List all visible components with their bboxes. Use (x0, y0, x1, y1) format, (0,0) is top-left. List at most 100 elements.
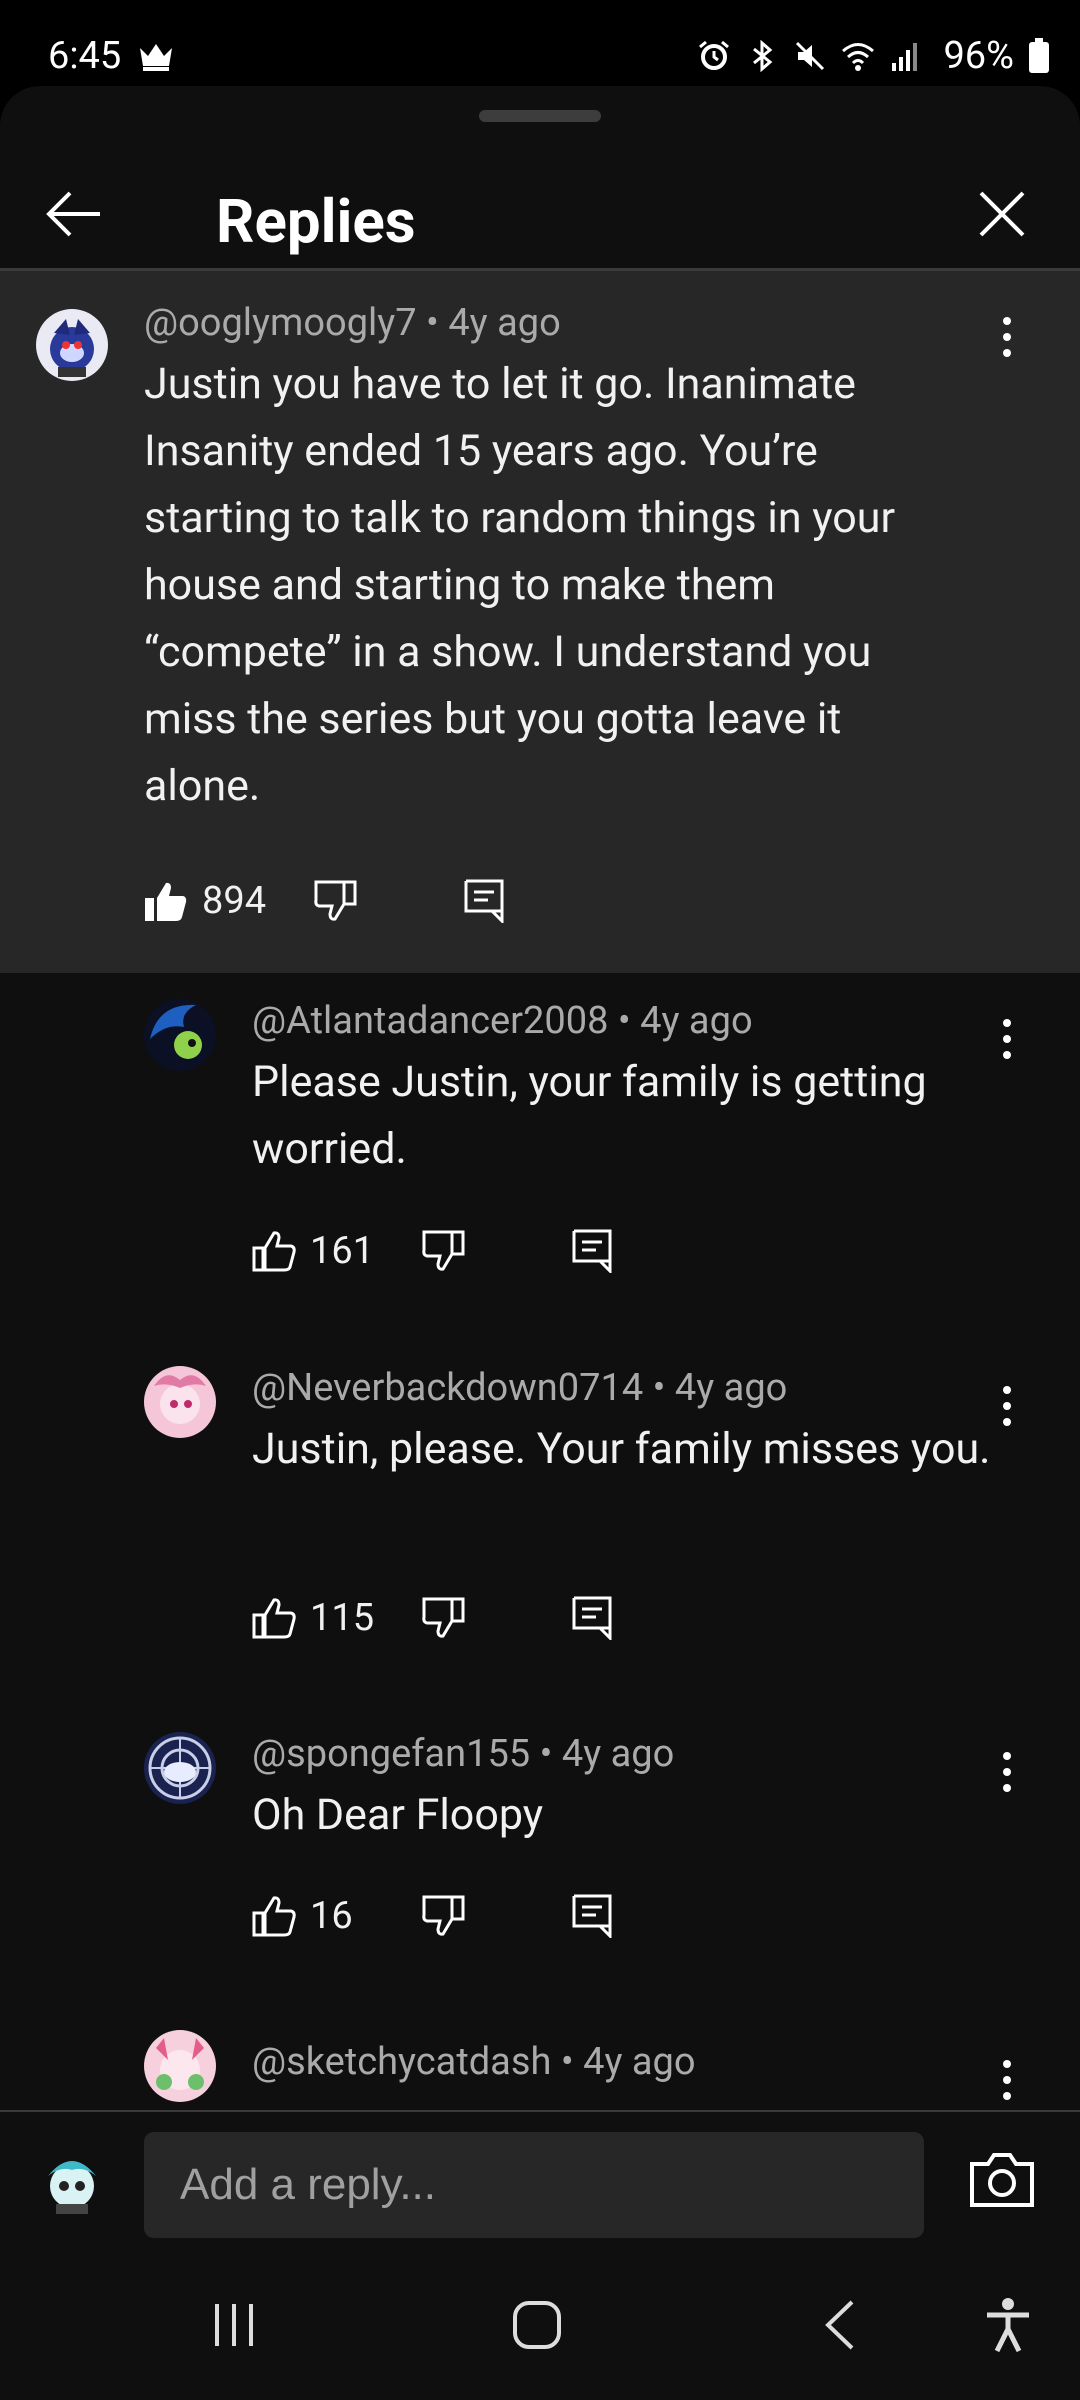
comment-reply-icon (572, 1229, 612, 1273)
avatar[interactable] (144, 2030, 216, 2102)
thumbs-down-icon (422, 1895, 465, 1936)
meta-separator: • (560, 2040, 574, 2084)
home-icon (513, 2301, 561, 2349)
avatar[interactable] (36, 309, 108, 381)
dislike-button[interactable] (314, 871, 358, 931)
reply-comment: @Neverbackdown0714 • 4y ago Justin, plea… (0, 1366, 1080, 1666)
system-nav-bar (0, 2250, 1080, 2400)
comment-time: 4y ago (561, 1732, 675, 1776)
like-count: 894 (202, 879, 267, 923)
reply-composer (0, 2110, 1080, 2250)
comment-author[interactable]: @Atlantadancer2008 (252, 999, 608, 1043)
home-button[interactable] (497, 2290, 577, 2360)
accessibility-icon (987, 2298, 1029, 2353)
like-count: 115 (310, 1596, 375, 1640)
more-dot (1003, 2060, 1011, 2068)
bluetooth-icon (753, 39, 773, 73)
thumbs-up-icon (252, 1231, 296, 1272)
thumbs-down-icon (422, 1597, 465, 1638)
like-button[interactable]: 894 (144, 871, 266, 931)
comment-actions: 16 (252, 1886, 952, 1946)
reply-comment: @Atlantadancer2008 • 4y ago Please Justi… (0, 999, 1080, 1299)
replies-header: Replies (0, 146, 1080, 268)
comment-meta: @spongefan155 • 4y ago (252, 1732, 674, 1776)
comment-author[interactable]: @spongefan155 (252, 1732, 530, 1776)
more-options-button[interactable] (982, 2050, 1032, 2110)
reply-button[interactable] (572, 1221, 612, 1281)
dislike-button[interactable] (422, 1221, 466, 1281)
comment-time: 4y ago (674, 1366, 788, 1410)
more-dot (1003, 2076, 1011, 2084)
close-button[interactable] (962, 174, 1042, 254)
accessibility-button[interactable] (968, 2290, 1048, 2360)
signal-icon (892, 43, 918, 71)
avatar[interactable] (144, 1366, 216, 1438)
more-dot (1003, 1402, 1011, 1410)
like-button[interactable]: 161 (252, 1221, 374, 1281)
comment-reply-icon (572, 1596, 612, 1640)
comment-reply-icon (572, 1894, 612, 1938)
avatar[interactable] (144, 999, 216, 1071)
chevron-left-icon (825, 2300, 854, 2350)
my-avatar[interactable] (36, 2146, 108, 2218)
comment-text: Justin, please. Your family misses you. (252, 1424, 991, 1474)
back-button[interactable] (34, 174, 114, 254)
crown-icon (140, 44, 172, 71)
meta-separator: • (652, 1366, 666, 1410)
thumbs-up-icon (252, 1598, 296, 1639)
drag-handle[interactable] (479, 110, 601, 122)
meta-separator: • (617, 999, 631, 1043)
thumbs-up-filled-icon (145, 882, 187, 921)
more-dot (1003, 2092, 1011, 2100)
more-dot (1003, 317, 1011, 325)
comment-time: 4y ago (640, 999, 753, 1043)
reply-button[interactable] (572, 1588, 612, 1648)
more-dot (1003, 1035, 1011, 1043)
dislike-button[interactable] (422, 1886, 466, 1946)
comment-meta: @ooglymoogly7 • 4y ago (144, 301, 561, 345)
comment-author[interactable]: @Neverbackdown0714 (252, 1366, 643, 1410)
reply-button[interactable] (464, 871, 504, 931)
comment-text: Justin you have to let it go. Inanimate … (144, 359, 896, 811)
recents-button[interactable] (194, 2290, 274, 2360)
camera-icon (970, 2153, 1034, 2207)
camera-button[interactable] (968, 2150, 1036, 2210)
more-dot (1003, 1784, 1011, 1792)
more-dot (1003, 1019, 1011, 1027)
thumbs-up-icon (252, 1896, 296, 1937)
reply-comment: @spongefan155 • 4y ago Oh Dear Floopy 16 (0, 1732, 1080, 1972)
back-arrow-icon (46, 191, 100, 237)
more-dot (1003, 333, 1011, 341)
comment-author[interactable]: @ooglymoogly7 (144, 301, 417, 345)
main-comment: @ooglymoogly7 • 4y ago Justin you have t… (0, 271, 1080, 973)
comment-meta: @Atlantadancer2008 • 4y ago (252, 999, 753, 1043)
like-button[interactable]: 16 (252, 1886, 353, 1946)
comment-meta: @sketchycatdash • 4y ago (252, 2040, 696, 2084)
reply-comment: @sketchycatdash • 4y ago (0, 2030, 1080, 2110)
thumbs-down-icon (314, 880, 357, 921)
comment-actions: 115 (252, 1588, 952, 1648)
replies-sheet: Replies @ooglymoogly7 • 4y ago Justin yo… (0, 86, 1080, 2400)
more-dot (1003, 1386, 1011, 1394)
comment-author[interactable]: @sketchycatdash (252, 2040, 551, 2084)
comment-actions: 894 (144, 871, 844, 931)
thumbs-down-icon (422, 1230, 465, 1271)
wifi-icon (842, 43, 875, 71)
battery-percent: 96% (943, 34, 1014, 78)
more-options-button[interactable] (982, 307, 1032, 367)
comment-time: 4y ago (448, 301, 561, 345)
reply-input[interactable] (144, 2132, 924, 2238)
status-bar: 6:45 96% (0, 0, 1080, 86)
battery-icon (1029, 38, 1049, 73)
like-count: 16 (310, 1894, 353, 1938)
like-count: 161 (310, 1229, 375, 1273)
like-button[interactable]: 115 (252, 1588, 374, 1648)
more-dot (1003, 1051, 1011, 1059)
comment-meta: @Neverbackdown0714 • 4y ago (252, 1366, 787, 1410)
dislike-button[interactable] (422, 1588, 466, 1648)
status-icons: 96% (697, 34, 1050, 78)
comment-reply-icon (464, 879, 504, 923)
avatar[interactable] (144, 1732, 216, 1804)
reply-button[interactable] (572, 1886, 612, 1946)
system-back-button[interactable] (800, 2290, 880, 2360)
